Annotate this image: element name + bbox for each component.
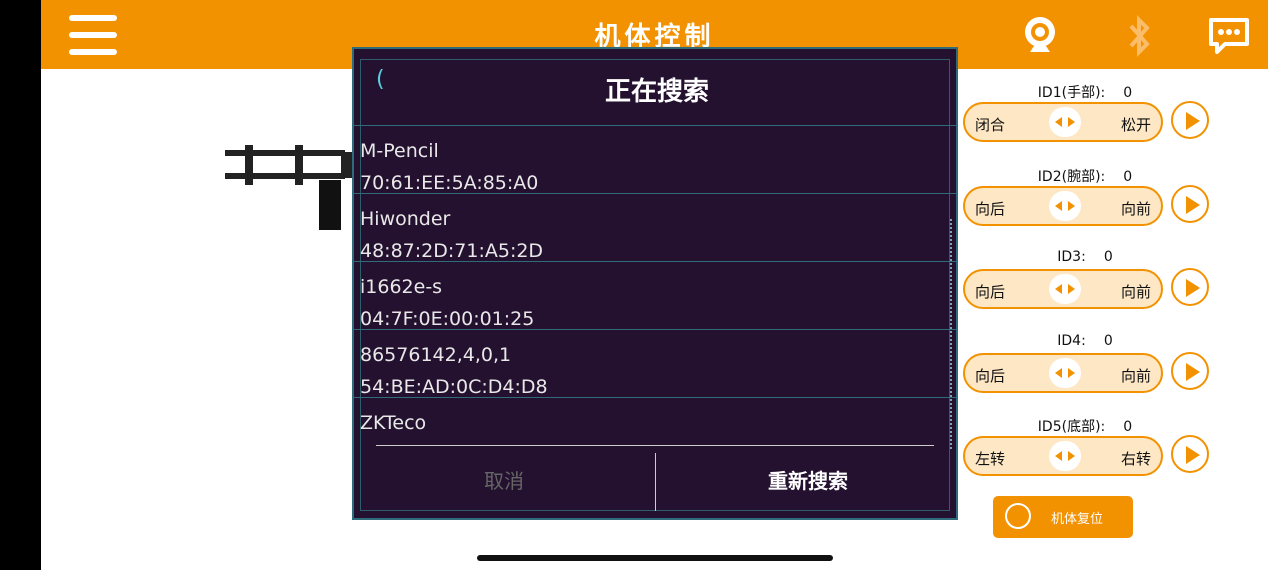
servo-label: ID2(腕部): (1037, 169, 1106, 185)
play-button[interactable] (1171, 268, 1209, 306)
bluetooth-search-dialog: ( 正在搜索 M-Pencil 70:61:EE:5A:85:A0 Hiwond… (352, 47, 958, 520)
slider-right-label: 右转 (1120, 450, 1151, 468)
device-mac: 04:7F:0E:00:01:25 (360, 308, 535, 330)
slider-left-label: 向后 (975, 367, 1006, 385)
home-indicator[interactable] (477, 555, 833, 561)
cancel-button[interactable]: 取消 (354, 465, 654, 494)
slider-knob[interactable] (1049, 274, 1081, 304)
device-item[interactable]: M-Pencil 70:61:EE:5A:85:A0 (354, 125, 956, 194)
dialog-title: 正在搜索 (604, 77, 709, 107)
play-button[interactable] (1171, 101, 1209, 139)
servo-label: ID5(底部): (1037, 419, 1106, 435)
servo-value: 0 (1103, 333, 1113, 349)
servo-slider[interactable]: 左转 右转 (963, 436, 1163, 476)
slider-knob[interactable] (1049, 441, 1081, 471)
slider-left-label: 闭合 (975, 116, 1006, 134)
slider-right-label: 松开 (1120, 116, 1151, 134)
servo-slider[interactable]: 向后 向前 (963, 353, 1163, 393)
servo-label: ID1(手部): (1037, 85, 1106, 101)
servo-label: ID3: (1057, 249, 1086, 265)
scrollbar[interactable] (950, 219, 954, 449)
servo-value: 0 (1103, 249, 1113, 265)
servo-label: ID4: (1057, 333, 1086, 349)
chat-icon[interactable] (1205, 12, 1253, 60)
device-name: ZKTeco (360, 412, 427, 434)
slider-right-label: 向前 (1120, 200, 1151, 218)
device-mac: 54:BE:AD:0C:D4:D8 (360, 376, 548, 398)
device-list: M-Pencil 70:61:EE:5A:85:A0 Hiwonder 48:8… (354, 125, 956, 465)
research-button[interactable]: 重新搜索 (656, 465, 956, 494)
servo-slider[interactable]: 向后 向前 (963, 269, 1163, 309)
servo-control-id1: ID1(手部): 0 闭合 松开 (961, 82, 1221, 152)
servo-value: 0 (1123, 169, 1133, 185)
dialog-button-bar: 取消 重新搜索 (354, 445, 956, 515)
reset-label: 机体复位 (1051, 512, 1104, 527)
slider-left-label: 向后 (975, 200, 1006, 218)
play-button[interactable] (1171, 352, 1209, 390)
app-screen: 机体控制 ID1(手部): 0 闭合 松开 ID2(腕部): 0 向后 向前 I… (41, 0, 1268, 570)
servo-control-id4: ID4: 0 向后 向前 (961, 333, 1221, 403)
slider-right-label: 向前 (1120, 367, 1151, 385)
device-item[interactable]: Hiwonder 48:87:2D:71:A5:2D (354, 193, 956, 262)
slider-right-label: 向前 (1120, 283, 1151, 301)
servo-value: 0 (1123, 85, 1133, 101)
servo-value: 0 (1123, 419, 1133, 435)
device-name: Hiwonder (360, 208, 451, 230)
reset-button[interactable]: 机体复位 (993, 496, 1133, 538)
bluetooth-icon[interactable] (1115, 12, 1163, 60)
servo-control-id5: ID5(底部): 0 左转 右转 (961, 416, 1221, 486)
servo-control-id3: ID3: 0 向后 向前 (961, 249, 1221, 319)
reset-icon (1005, 503, 1031, 529)
servo-control-id2: ID2(腕部): 0 向后 向前 (961, 166, 1221, 236)
slider-knob[interactable] (1049, 107, 1081, 137)
play-button[interactable] (1171, 185, 1209, 223)
servo-slider[interactable]: 向后 向前 (963, 186, 1163, 226)
slider-knob[interactable] (1049, 191, 1081, 221)
servo-slider[interactable]: 闭合 松开 (963, 102, 1163, 142)
device-item[interactable]: 86576142,4,0,1 54:BE:AD:0C:D4:D8 (354, 329, 956, 398)
slider-left-label: 左转 (975, 450, 1006, 468)
camera-icon[interactable] (1016, 12, 1064, 60)
slider-knob[interactable] (1049, 358, 1081, 388)
device-name: 86576142,4,0,1 (360, 344, 512, 366)
device-name: i1662e-s (360, 276, 443, 298)
play-button[interactable] (1171, 435, 1209, 473)
device-name: M-Pencil (360, 140, 439, 162)
device-mac: 48:87:2D:71:A5:2D (360, 240, 544, 262)
slider-left-label: 向后 (975, 283, 1006, 301)
device-mac: 70:61:EE:5A:85:A0 (360, 172, 539, 194)
device-item[interactable]: i1662e-s 04:7F:0E:00:01:25 (354, 261, 956, 330)
